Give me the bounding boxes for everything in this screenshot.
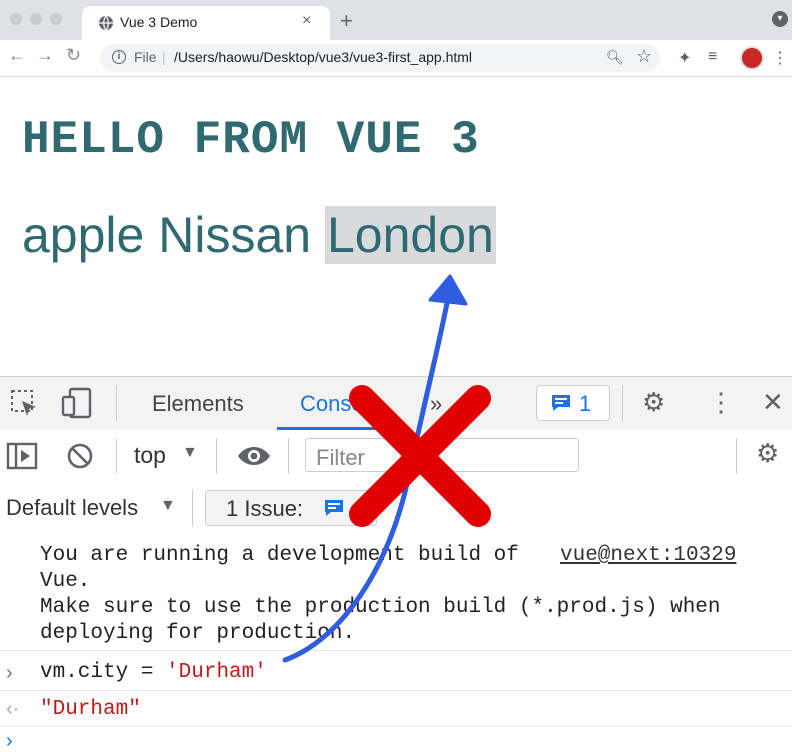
fruit-text: apple	[22, 207, 145, 263]
console-message-line: Make sure to use the production build (*…	[40, 596, 721, 619]
input-prompt-icon: ›	[6, 662, 13, 684]
close-tab-icon[interactable]: ×	[302, 12, 311, 30]
console-message: You are running a development build of v…	[0, 534, 792, 651]
devtools-tabbar: Elements Console » 1 ⚙ ⋮ ✕	[0, 376, 792, 432]
issues-count: 1	[579, 391, 592, 416]
console-message-line: You are running a development build of v…	[40, 544, 736, 567]
reload-icon[interactable]: ↻	[66, 45, 81, 66]
chevron-down-icon[interactable]: ▾	[772, 11, 788, 27]
device-toolbar-icon[interactable]	[60, 387, 94, 419]
console-settings-gear-icon[interactable]: ⚙	[756, 438, 779, 469]
city-text: London	[325, 206, 496, 264]
issues-label: 1 Issue:	[226, 496, 304, 521]
command-string: 'Durham'	[166, 661, 267, 684]
console-output-entry: ‹· "Durham"	[0, 690, 792, 727]
new-tab-button[interactable]: +	[340, 8, 353, 34]
close-devtools-icon[interactable]: ✕	[762, 387, 784, 418]
console-command: vm.city = 'Durham'	[40, 661, 267, 684]
page-heading: HELLO FROM VUE 3	[22, 114, 480, 166]
browser-tab[interactable]: Vue 3 Demo ×	[82, 6, 330, 40]
context-selector[interactable]: top	[134, 442, 166, 469]
eye-icon[interactable]	[236, 444, 272, 468]
bookmark-star-icon[interactable]: ☆	[636, 46, 652, 67]
console-input-entry: › vm.city = 'Durham'	[0, 652, 792, 691]
url-text[interactable]: /Users/haowu/Desktop/vue3/vue3-first_app…	[174, 49, 472, 65]
issues-button[interactable]: 1 Issue:	[205, 490, 377, 526]
tab-strip: Vue 3 Demo × + ▾	[0, 0, 792, 40]
toolbar-divider	[288, 438, 289, 474]
prompt-caret-icon: ›	[6, 730, 13, 752]
url-divider: |	[162, 49, 166, 65]
globe-icon	[99, 15, 113, 31]
toolbar-divider	[116, 385, 117, 421]
toolbar-divider	[736, 438, 737, 474]
command-code: vm.city =	[40, 661, 167, 684]
clear-console-icon[interactable]	[66, 442, 94, 470]
extensions-puzzle-icon[interactable]: ✦	[678, 48, 691, 68]
car-text: Nissan	[158, 207, 312, 263]
more-tabs-icon[interactable]: »	[430, 391, 442, 417]
console-message-line: deploying for production.	[40, 622, 356, 645]
console-levels-bar: Default levels ▼ 1 Issue:	[0, 482, 792, 535]
toolbar-divider	[216, 438, 217, 474]
settings-gear-icon[interactable]: ⚙	[642, 387, 665, 418]
browser-toolbar: ← → ↻ i File | /Users/haowu/Desktop/vue3…	[0, 40, 792, 77]
window-minimize-button[interactable]	[30, 13, 42, 25]
info-icon[interactable]: i	[112, 50, 126, 64]
console-prompt[interactable]: ›	[0, 726, 792, 756]
inspect-element-icon[interactable]	[10, 389, 40, 419]
output-arrow-icon: ‹·	[6, 698, 20, 720]
message-icon	[552, 395, 570, 411]
forward-arrow-icon[interactable]: →	[36, 45, 54, 66]
console-message-line: Vue.	[40, 570, 91, 593]
toolbar-divider	[622, 385, 623, 421]
issues-counter-button[interactable]: 1	[536, 385, 610, 421]
chevron-down-icon[interactable]: ▼	[160, 497, 176, 515]
tab-console[interactable]: Console	[300, 391, 381, 417]
console-output: "Durham"	[40, 698, 141, 721]
back-arrow-icon[interactable]: ←	[8, 45, 26, 66]
chevron-down-icon[interactable]: ▼	[182, 444, 198, 462]
source-link[interactable]: vue@next:10329	[560, 544, 736, 567]
console-message-text: You are running a development build of	[40, 544, 519, 567]
filter-input[interactable]: Filter	[305, 438, 579, 472]
toolbar-divider	[192, 490, 193, 526]
url-scheme-label: File	[134, 49, 157, 65]
toolbar-divider	[116, 438, 117, 474]
window-close-button[interactable]	[10, 13, 22, 25]
more-options-icon[interactable]: ⋮	[708, 387, 734, 418]
profile-avatar[interactable]	[740, 46, 764, 70]
menu-kebab-icon[interactable]: ⋮	[772, 48, 788, 68]
address-bar[interactable]: i File | /Users/haowu/Desktop/vue3/vue3-…	[100, 44, 660, 72]
blue-arrowhead	[428, 274, 468, 306]
sidebar-toggle-icon[interactable]	[6, 442, 38, 470]
interpolated-values: apple Nissan London	[22, 206, 496, 264]
window-maximize-button[interactable]	[50, 13, 62, 25]
zoom-icon[interactable]: 🔍︎	[606, 49, 624, 66]
console-toolbar: top ▼ Filter ⚙	[0, 430, 792, 483]
reading-list-icon[interactable]: ≡	[708, 48, 717, 66]
log-levels-dropdown[interactable]: Default levels	[6, 495, 138, 521]
message-icon	[325, 500, 343, 516]
tab-title: Vue 3 Demo	[120, 14, 198, 30]
tab-elements[interactable]: Elements	[152, 391, 244, 417]
